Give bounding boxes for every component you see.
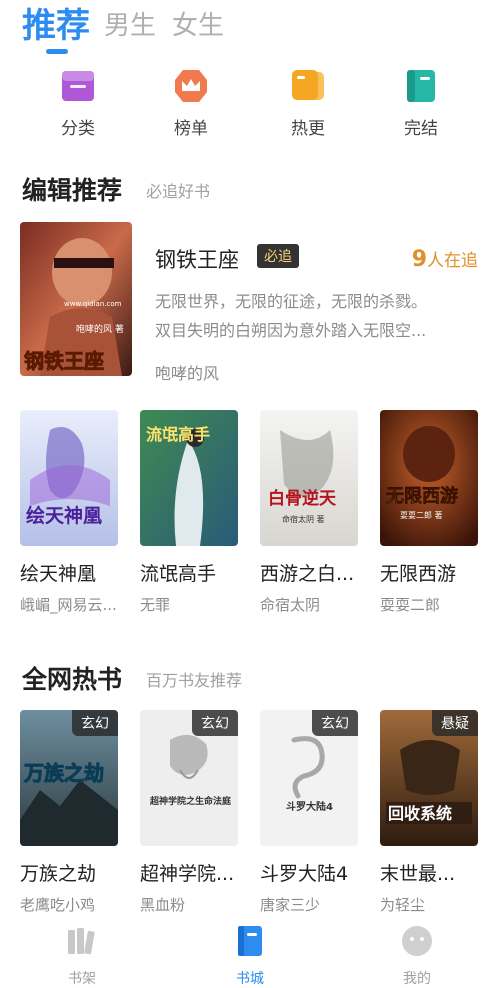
svg-text:白骨逆天: 白骨逆天 [268, 488, 337, 509]
book-author: 为轻尘 [380, 896, 426, 914]
section-subtitle-hot: 百万书友推荐 [146, 671, 243, 690]
book-card[interactable]: 斗罗大陆4 玄幻 斗罗大陆4 唐家三少 [260, 710, 358, 915]
follower-count: 9人在追 [411, 247, 478, 272]
svg-text:无限西游: 无限西游 [386, 485, 458, 507]
genre-tag: 玄幻 [192, 710, 238, 736]
book-title: 绘天神凰 [20, 563, 97, 585]
svg-text:www.qidian.com: www.qidian.com [64, 300, 122, 308]
bookshelf-icon [68, 928, 95, 955]
book-cover[interactable]: 回收系统 悬疑 [380, 710, 478, 846]
svg-text:超神学院之生命法庭: 超神学院之生命法庭 [149, 795, 232, 807]
book-cover[interactable]: 无限西游 耍耍二郎 著 [380, 410, 478, 546]
tab-female[interactable]: 女生 [172, 6, 224, 46]
featured-book-author: 咆哮的风 [155, 364, 220, 383]
svg-text:钢铁王座: 钢铁王座 [24, 349, 104, 373]
category-label: 热更 [291, 119, 325, 139]
book-author: 黑血粉 [140, 896, 186, 914]
category-label: 分类 [61, 119, 95, 139]
book-author: 耍耍二郎 [380, 596, 441, 614]
svg-text:回收系统: 回收系统 [388, 804, 452, 823]
section-title-editor: 编辑推荐 [22, 176, 123, 205]
book-card[interactable]: 无限西游 耍耍二郎 著 无限西游 耍耍二郎 [380, 410, 478, 615]
nav-profile[interactable]: 我的 [372, 924, 462, 988]
book-author: 唐家三少 [260, 896, 321, 914]
nav-label: 书架 [68, 971, 96, 987]
svg-text:耍耍二郎 著: 耍耍二郎 著 [400, 510, 443, 520]
book-author: 无罪 [140, 596, 171, 614]
book-title: 无限西游 [380, 563, 457, 585]
bookstore-icon [238, 926, 262, 956]
book-card[interactable]: 回收系统 悬疑 末世最... 为轻尘 [380, 710, 478, 915]
svg-text:斗罗大陆4: 斗罗大陆4 [286, 800, 333, 813]
category-label: 榜单 [174, 119, 208, 139]
genre-tag: 玄幻 [312, 710, 358, 736]
book-cover[interactable]: 斗罗大陆4 玄幻 [260, 710, 358, 846]
tab-male[interactable]: 男生 [104, 6, 156, 46]
category-hot[interactable]: 热更 [268, 68, 348, 139]
bottom-nav-bar: 书架 书城 我的 [0, 918, 500, 988]
category-ranking[interactable]: 榜单 [151, 68, 231, 139]
folder-icon [62, 71, 94, 101]
tag-icon [292, 70, 324, 100]
book-card[interactable]: 绘天神凰 绘天神凰 峨嵋_网易云... [20, 410, 118, 615]
svg-text:流氓高手: 流氓高手 [146, 425, 210, 444]
book-title: 超神学院... [140, 863, 235, 885]
book-card[interactable]: 白骨逆天 命宿太阴 著 西游之白... 命宿太阴 [260, 410, 358, 615]
category-classify[interactable]: 分类 [38, 68, 118, 139]
book-card[interactable]: 超神学院之生命法庭 玄幻 超神学院... 黑血粉 [140, 710, 238, 915]
nav-label: 我的 [403, 971, 431, 987]
top-tab-bar: 推荐 男生 女生 [22, 6, 240, 54]
crown-icon [175, 70, 207, 102]
category-row: 分类 榜单 热更 完结 [0, 68, 500, 139]
book-author: 命宿太阴 [260, 596, 321, 614]
genre-tag: 玄幻 [72, 710, 118, 736]
featured-book-description: 无限世界，无限的征途，无限的杀戮。 双目失明的白朔因为意外踏入无限空... [155, 292, 428, 340]
category-label: 完结 [404, 119, 438, 139]
tab-recommend[interactable]: 推荐 [22, 6, 90, 54]
book-title: 西游之白... [260, 563, 355, 585]
book-cover[interactable]: 万族之劫 玄幻 [20, 710, 118, 846]
svg-text:咆哮的风 著: 咆哮的风 著 [76, 323, 124, 335]
book-card[interactable]: 流氓高手 流氓高手 无罪 [140, 410, 238, 615]
book-cover[interactable]: 绘天神凰 [20, 410, 118, 546]
section-subtitle-editor: 必追好书 [146, 182, 211, 201]
book-title: 斗罗大陆4 [260, 863, 349, 885]
book-title: 万族之劫 [20, 863, 97, 885]
must-read-badge: 必追 [257, 244, 299, 268]
nav-bookstore[interactable]: 书城 [205, 924, 295, 988]
book-title: 流氓高手 [140, 563, 217, 585]
svg-text:绘天神凰: 绘天神凰 [26, 504, 102, 527]
genre-tag: 悬疑 [432, 710, 478, 736]
book-icon [407, 70, 435, 102]
section-title-hot: 全网热书 [22, 665, 123, 694]
featured-book-title[interactable]: 钢铁王座 [155, 244, 239, 274]
category-finished[interactable]: 完结 [381, 68, 461, 139]
book-author: 峨嵋_网易云... [20, 596, 117, 614]
featured-book-cover[interactable]: www.qidian.com 咆哮的风 著 钢铁王座 [20, 222, 132, 376]
svg-text:万族之劫: 万族之劫 [23, 761, 104, 785]
book-cover[interactable]: 白骨逆天 命宿太阴 著 [260, 410, 358, 546]
book-card[interactable]: 万族之劫 玄幻 万族之劫 老鹰吃小鸡 [20, 710, 118, 915]
nav-label: 书城 [236, 971, 264, 987]
book-author: 老鹰吃小鸡 [20, 896, 96, 914]
svg-text:命宿太阴 著: 命宿太阴 著 [282, 514, 325, 524]
book-title: 末世最... [380, 863, 456, 885]
profile-icon [402, 926, 432, 956]
book-cover[interactable]: 超神学院之生命法庭 玄幻 [140, 710, 238, 846]
book-cover[interactable]: 流氓高手 [140, 410, 238, 546]
nav-bookshelf[interactable]: 书架 [37, 924, 127, 988]
